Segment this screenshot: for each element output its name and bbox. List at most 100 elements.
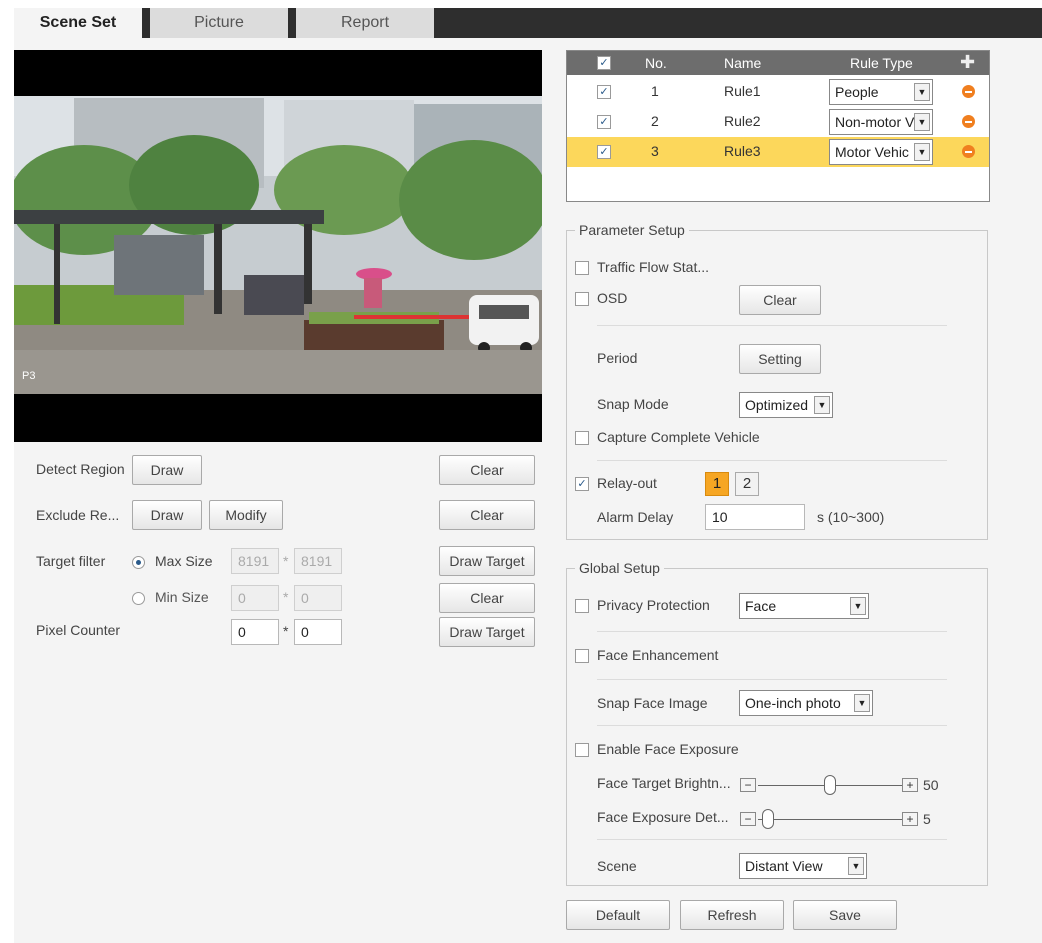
- period-setting-button[interactable]: Setting: [739, 344, 821, 374]
- chevron-down-icon: ▼: [848, 857, 864, 875]
- save-button[interactable]: Save: [793, 900, 897, 930]
- alarm-delay-input[interactable]: 10: [705, 504, 805, 530]
- snap-mode-label: Snap Mode: [597, 396, 669, 412]
- exposure-decrease-button[interactable]: −: [740, 812, 756, 826]
- enable-face-exposure-label: Enable Face Exposure: [597, 741, 739, 757]
- face-exposure-detect-label: Face Exposure Det...: [597, 809, 729, 825]
- pixel-draw-target-button[interactable]: Draw Target: [439, 617, 535, 647]
- privacy-protection-checkbox[interactable]: [575, 599, 589, 613]
- snap-face-image-select[interactable]: One-inch photo ▼: [739, 690, 873, 716]
- enable-face-exposure-checkbox[interactable]: [575, 743, 589, 757]
- detect-region-clear-button[interactable]: Clear: [439, 455, 535, 485]
- remove-rule-icon[interactable]: [962, 85, 975, 98]
- divider: [597, 679, 947, 680]
- exclude-region-clear-button[interactable]: Clear: [439, 500, 535, 530]
- rule-type-value: Motor Vehic: [835, 144, 909, 160]
- capture-complete-label: Capture Complete Vehicle: [597, 429, 760, 445]
- max-size-label: Max Size: [155, 553, 213, 569]
- snap-mode-select[interactable]: Optimized ▼: [739, 392, 833, 418]
- min-size-width-input[interactable]: 0: [231, 585, 279, 611]
- rule-type-select[interactable]: Motor Vehic ▼: [829, 139, 933, 165]
- pixel-counter-height-input[interactable]: 0: [294, 619, 342, 645]
- global-setup-title: Global Setup: [575, 560, 664, 576]
- scene-select[interactable]: Distant View ▼: [739, 853, 867, 879]
- brightness-slider-handle[interactable]: [824, 775, 836, 795]
- video-watermark: P3: [22, 370, 36, 382]
- target-filter-label: Target filter: [36, 553, 106, 569]
- detect-region-draw-button[interactable]: Draw: [132, 455, 202, 485]
- table-row[interactable]: ✓ 3 Rule3 Motor Vehic ▼: [567, 137, 989, 167]
- alarm-delay-label: Alarm Delay: [597, 509, 674, 525]
- brightness-increase-button[interactable]: +: [902, 778, 918, 792]
- table-row[interactable]: ✓ 1 Rule1 People ▼: [567, 77, 989, 107]
- brightness-decrease-button[interactable]: −: [740, 778, 756, 792]
- row-checkbox[interactable]: ✓: [597, 85, 611, 99]
- snap-face-image-label: Snap Face Image: [597, 695, 708, 711]
- row-checkbox[interactable]: ✓: [597, 115, 611, 129]
- add-rule-icon[interactable]: ✚: [960, 52, 975, 73]
- default-button[interactable]: Default: [566, 900, 670, 930]
- scene-value: Distant View: [745, 858, 823, 874]
- min-size-radio[interactable]: [132, 592, 145, 605]
- min-size-height-input[interactable]: 0: [294, 585, 342, 611]
- osd-clear-button[interactable]: Clear: [739, 285, 821, 315]
- rule-type-select[interactable]: People ▼: [829, 79, 933, 105]
- traffic-flow-checkbox[interactable]: [575, 261, 589, 275]
- refresh-button[interactable]: Refresh: [680, 900, 784, 930]
- chevron-down-icon: ▼: [850, 597, 866, 615]
- chevron-down-icon: ▼: [914, 143, 930, 161]
- video-preview[interactable]: P3: [14, 50, 542, 442]
- video-frame-image: [14, 96, 542, 394]
- divider: [597, 725, 947, 726]
- chevron-down-icon: ▼: [814, 396, 830, 414]
- period-label: Period: [597, 350, 638, 366]
- scene-label: Scene: [597, 858, 637, 874]
- pixel-counter-width-input[interactable]: 0: [231, 619, 279, 645]
- row-no: 2: [651, 113, 659, 129]
- divider: [597, 631, 947, 632]
- exposure-slider-track[interactable]: [758, 819, 902, 820]
- max-size-height-input[interactable]: 8191: [294, 548, 342, 574]
- min-size-clear-button[interactable]: Clear: [439, 583, 535, 613]
- relay-out-checkbox[interactable]: ✓: [575, 477, 589, 491]
- select-all-checkbox[interactable]: ✓: [597, 56, 611, 70]
- snap-mode-value: Optimized: [745, 397, 809, 413]
- rule-table-header: ✓ No. Name Rule Type ✚: [567, 51, 989, 75]
- exclude-region-draw-button[interactable]: Draw: [132, 500, 202, 530]
- tab-scene-set[interactable]: Scene Set: [14, 8, 142, 38]
- max-size-radio[interactable]: [132, 556, 145, 569]
- alarm-delay-unit: s (10~300): [817, 509, 885, 525]
- traffic-flow-label: Traffic Flow Stat...: [597, 259, 710, 275]
- chevron-down-icon: ▼: [914, 113, 930, 131]
- face-target-brightness-label: Face Target Brightn...: [597, 775, 731, 791]
- parameter-setup-title: Parameter Setup: [575, 222, 689, 238]
- col-no-header: No.: [645, 55, 667, 71]
- row-checkbox[interactable]: ✓: [597, 145, 611, 159]
- rule-type-value: Non-motor V: [835, 114, 915, 130]
- exposure-value: 5: [923, 811, 931, 827]
- relay-1-button[interactable]: 1: [705, 472, 729, 496]
- privacy-protection-select[interactable]: Face ▼: [739, 593, 869, 619]
- pixel-counter-label: Pixel Counter: [36, 622, 121, 638]
- row-no: 3: [651, 143, 659, 159]
- remove-rule-icon[interactable]: [962, 115, 975, 128]
- max-size-width-input[interactable]: 8191: [231, 548, 279, 574]
- capture-complete-checkbox[interactable]: [575, 431, 589, 445]
- remove-rule-icon[interactable]: [962, 145, 975, 158]
- parameter-setup-panel: Parameter Setup Traffic Flow Stat... OSD…: [566, 222, 988, 540]
- max-size-times: *: [283, 553, 289, 569]
- rule-type-select[interactable]: Non-motor V ▼: [829, 109, 933, 135]
- tab-report[interactable]: Report: [296, 8, 434, 38]
- chevron-down-icon: ▼: [854, 694, 870, 712]
- chevron-down-icon: ▼: [914, 83, 930, 101]
- table-row[interactable]: ✓ 2 Rule2 Non-motor V ▼: [567, 107, 989, 137]
- exposure-increase-button[interactable]: +: [902, 812, 918, 826]
- face-enhancement-checkbox[interactable]: [575, 649, 589, 663]
- min-size-label: Min Size: [155, 589, 209, 605]
- exposure-slider-handle[interactable]: [762, 809, 774, 829]
- relay-2-button[interactable]: 2: [735, 472, 759, 496]
- exclude-region-modify-button[interactable]: Modify: [209, 500, 283, 530]
- max-draw-target-button[interactable]: Draw Target: [439, 546, 535, 576]
- osd-checkbox[interactable]: [575, 292, 589, 306]
- tab-picture[interactable]: Picture: [150, 8, 288, 38]
